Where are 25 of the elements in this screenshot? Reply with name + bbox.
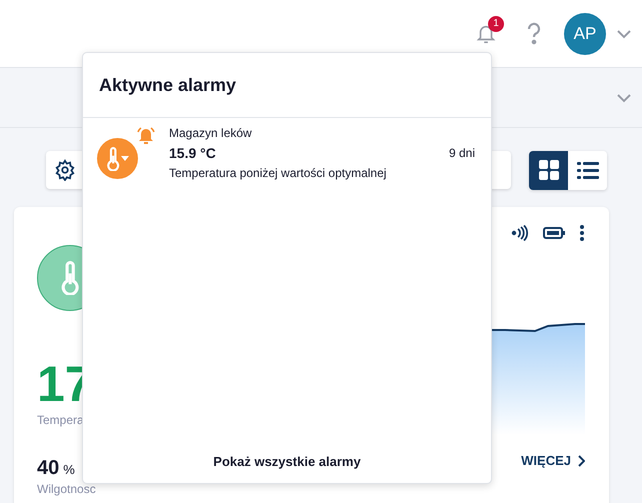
temperature-label: Tempera [37,413,85,427]
grid-icon [538,159,560,181]
chevron-down-icon[interactable] [616,28,632,38]
humidity-value: 40 % [37,457,76,480]
help-icon [526,22,542,46]
thermometer-alert-icon [97,138,138,179]
bell-icon [136,126,156,146]
humidity-label: Wilgotnosc [37,482,97,496]
chevron-right-icon [577,454,585,466]
user-avatar[interactable]: AP [564,12,606,54]
signal-icon [511,225,529,241]
alarm-message: Temperatura poniżej wartości optymalnej [169,166,388,180]
grid-view-button[interactable] [529,150,568,190]
show-all-alarms-link[interactable]: Pokaż wszystkie alarmy [213,454,361,469]
notification-count: 1 [488,16,504,32]
more-options-icon[interactable] [579,224,585,242]
more-link[interactable]: WIĘCEJ [521,453,585,468]
alarm-location: Magazyn leków [169,126,253,140]
alarm-age: 9 dni [448,146,475,160]
settings-icon[interactable] [54,159,76,181]
popover-title: Aktywne alarmy [83,53,491,118]
battery-icon [543,227,565,239]
list-view-button[interactable] [568,150,607,190]
alarm-value: 15.9 °C [169,145,216,161]
list-icon [576,160,600,180]
